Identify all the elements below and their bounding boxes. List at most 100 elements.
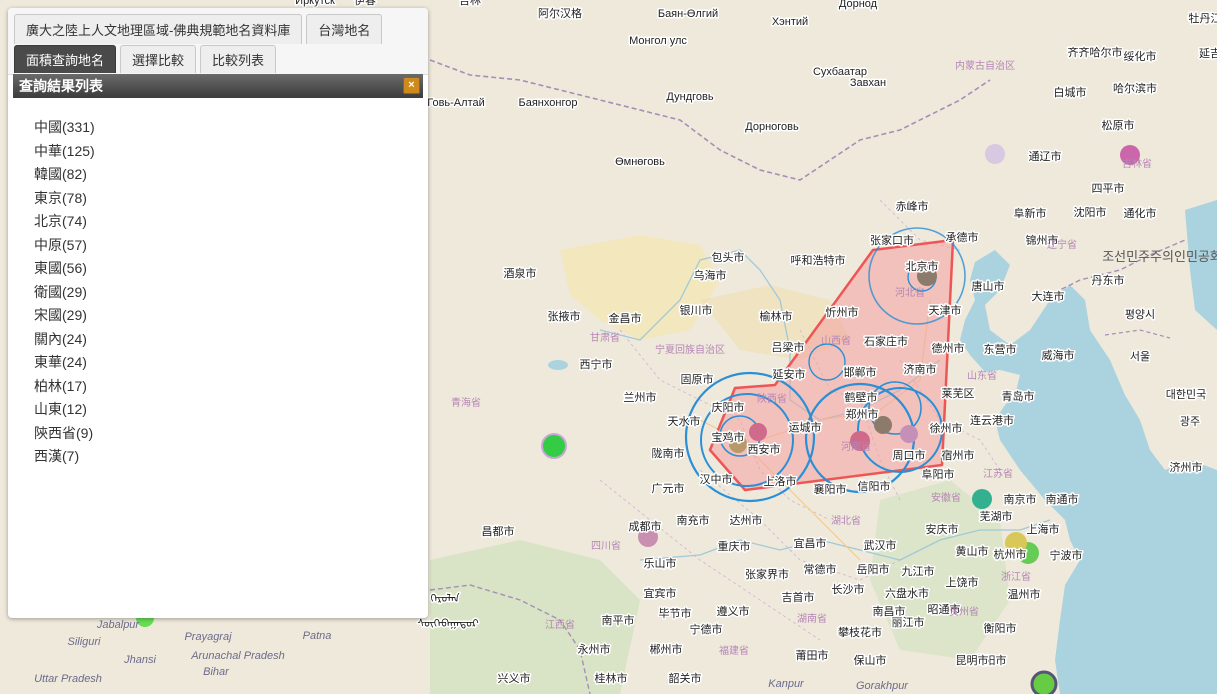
map-label: 四川省	[591, 539, 621, 552]
top-tab-row: 廣大之陸上人文地理區域-佛典規範地名資料庫 台灣地名	[14, 14, 383, 44]
map-label: 包头市	[712, 250, 745, 264]
query-panel: 廣大之陸上人文地理區域-佛典規範地名資料庫 台灣地名 面積查詢地名 選擇比較 比…	[8, 8, 428, 618]
tab-compare-list[interactable]: 比較列表	[200, 45, 277, 73]
map-label: 宿州市	[942, 448, 975, 462]
result-item[interactable]: 北京(74)	[34, 210, 95, 234]
map-label: Хэнтий	[772, 16, 808, 28]
map-label: Завхан	[850, 77, 886, 89]
map-label: ᠰᠦᠬᠡᠪᠠᠭᠠᠲᠤᠷ	[417, 618, 479, 630]
map-label: 周口市	[893, 448, 926, 462]
map-label: 兴义市	[498, 671, 531, 685]
map-label: Kanpur	[768, 678, 805, 690]
map-label: 桂林市	[595, 671, 628, 685]
map-label: 兰州市	[624, 390, 657, 404]
map-label: 白城市	[1054, 85, 1087, 99]
map-label: 成都市	[629, 519, 662, 533]
map-label: 青海省	[451, 396, 481, 409]
map-label: 黄山市	[956, 544, 989, 558]
map-label: 南平市	[602, 613, 635, 627]
tab-buddhist-place-names-db[interactable]: 廣大之陸上人文地理區域-佛典規範地名資料庫	[14, 14, 303, 44]
map-label: 湖南省	[797, 612, 827, 625]
map-label: 松原市	[1102, 118, 1135, 132]
map-label: 阜阳市	[922, 467, 955, 481]
map-label: 武汉市	[864, 538, 897, 552]
result-item[interactable]: 中華(125)	[34, 140, 95, 164]
map-label: 昌都市	[482, 524, 515, 538]
marker-nanjing[interactable]	[972, 489, 992, 509]
marker-kaifeng[interactable]	[900, 425, 918, 443]
map-label: 安徽省	[931, 491, 961, 504]
result-item[interactable]: 宋國(29)	[34, 304, 95, 328]
tab-area-query[interactable]: 面積查詢地名	[14, 45, 117, 73]
map-label: 大连市	[1032, 289, 1065, 303]
result-item[interactable]: 中原(57)	[34, 234, 95, 258]
result-item[interactable]: 東華(24)	[34, 351, 95, 375]
result-item[interactable]: 陝西省(9)	[34, 422, 95, 446]
tab-taiwan-place-names[interactable]: 台灣地名	[306, 14, 383, 44]
result-item[interactable]: 柏林(17)	[34, 375, 95, 399]
map-label: Bihar	[203, 666, 230, 678]
map-label: 湖北省	[831, 514, 861, 527]
close-button[interactable]: ×	[403, 77, 420, 94]
map-label: Дорнод	[839, 0, 878, 10]
result-item[interactable]: 關內(24)	[34, 328, 95, 352]
sub-tab-row: 面積查詢地名 選擇比較 比較列表	[14, 45, 277, 73]
map-label: Баянхонгор	[519, 97, 578, 109]
map-label: 乌海市	[694, 268, 727, 282]
map-label: 天水市	[668, 414, 701, 428]
map-label: 广元市	[652, 481, 685, 495]
map-label: 呼和浩特市	[791, 253, 846, 267]
result-item[interactable]: 衛國(29)	[34, 281, 95, 305]
map-label: 忻州市	[826, 305, 859, 319]
map-label: 서울	[1130, 350, 1150, 363]
map-label: 吉首市	[782, 590, 815, 604]
map-label: 昆明市	[956, 653, 989, 667]
map-label: ᠬᠡᠷᠦᠯᠡᠨ	[430, 592, 459, 605]
map-label: 常德市	[804, 562, 837, 576]
result-item[interactable]: 韓國(82)	[34, 163, 95, 187]
map-label: 浙江省	[1001, 570, 1031, 583]
map-label: 江苏省	[983, 467, 1013, 480]
map-label: Uttar Pradesh	[34, 673, 102, 685]
map-label: 福建省	[719, 644, 749, 657]
tab-select-compare[interactable]: 選擇比較	[120, 45, 197, 73]
lake	[548, 360, 568, 370]
results-header: 查詢結果列表 ×	[13, 74, 423, 98]
map-label: 安庆市	[926, 522, 959, 536]
result-item[interactable]: 東國(56)	[34, 257, 95, 281]
map-label: 宝鸡市	[712, 430, 745, 444]
map-label: 南昌市	[873, 604, 906, 618]
marker-tongliao[interactable]	[985, 144, 1005, 164]
map-label: 西宁市	[580, 357, 613, 371]
map-label: 牡丹江	[1189, 11, 1217, 25]
marker-taiwan[interactable]	[1030, 670, 1058, 694]
map-label: Өмнөговь	[615, 156, 665, 168]
map-label: 芜湖市	[980, 509, 1013, 523]
map-label: 莆田市	[796, 648, 829, 662]
map-label: 阿尔汉格	[538, 6, 582, 20]
map-label: 延吉	[1199, 47, 1217, 60]
map-label: 银川市	[680, 303, 713, 317]
map-label: 济州市	[1170, 460, 1203, 474]
map-label: 江西省	[545, 618, 575, 631]
map-label: 衡阳市	[984, 621, 1017, 635]
results-list: 中國(331) 中華(125) 韓國(82) 東京(78) 北京(74) 中原(57) 東國…	[34, 116, 95, 469]
map-label: 济南市	[904, 362, 937, 376]
map-label: 金昌市	[609, 311, 642, 325]
map-label: 长沙市	[832, 582, 865, 596]
map-label: 固原市	[681, 372, 714, 386]
map-label: 上饶市	[946, 575, 979, 589]
map-label: 通化市	[1124, 206, 1157, 220]
result-item[interactable]: 中國(331)	[34, 116, 95, 140]
result-item[interactable]: 東京(78)	[34, 187, 95, 211]
map-label: 徐州市	[930, 421, 963, 435]
marker-xian[interactable]	[749, 423, 767, 441]
map-label: 绥化市	[1124, 49, 1157, 63]
map-label: 吕梁市	[772, 340, 805, 354]
map-label: 莱芜区	[942, 386, 975, 400]
result-item[interactable]: 山東(12)	[34, 398, 95, 422]
panel-title: 查詢結果列表	[19, 78, 103, 94]
map-label: 宁夏回族自治区	[655, 343, 725, 356]
marker-qinghai[interactable]	[541, 433, 567, 459]
result-item[interactable]: 西漢(7)	[34, 445, 95, 469]
